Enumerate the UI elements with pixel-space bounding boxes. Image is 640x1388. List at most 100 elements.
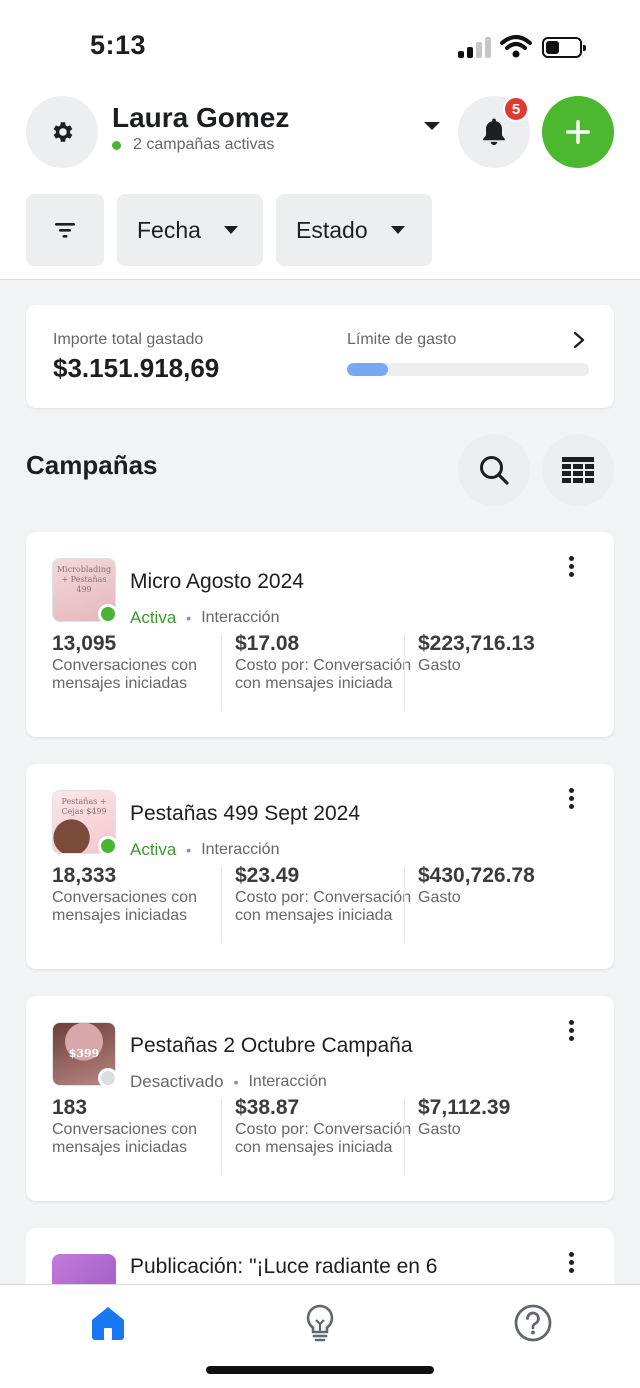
- active-campaigns-status: 2 campañas activas: [112, 136, 274, 154]
- campaign-card[interactable]: Pestañas + Cejas $499 Pestañas 499 Sept …: [26, 764, 614, 969]
- total-spend-value: $3.151.918,69: [53, 353, 220, 383]
- table-view-button[interactable]: [542, 434, 614, 506]
- campaign-name: Publicación: "¡Luce radiante en 6: [130, 1255, 438, 1278]
- metric-value: 13,095: [52, 632, 117, 655]
- metric-label: Conversaciones con mensajes iniciadas: [52, 889, 197, 924]
- spend-limit-label: Límite de gasto: [347, 331, 457, 348]
- status-time: 5:13: [90, 30, 147, 60]
- campaign-status: Activa: [130, 840, 177, 859]
- more-options-icon[interactable]: [561, 1252, 581, 1278]
- campaign-status: Activa: [130, 608, 177, 627]
- campaign-objective: Interacción: [201, 609, 280, 626]
- metric-value: $38.87: [235, 1096, 300, 1119]
- metric-value: $23.49: [235, 864, 300, 887]
- more-options-icon[interactable]: [561, 1020, 581, 1046]
- metric-spend: $223,716.13 Gasto: [418, 632, 598, 675]
- gear-icon: [53, 122, 73, 142]
- metric-results: 18,333 Conversaciones con mensajes inici…: [52, 864, 232, 924]
- active-campaigns-text: 2 campañas activas: [133, 136, 275, 153]
- home-icon: [92, 1307, 124, 1340]
- campaign-status-row: Desactivado • Interacción: [130, 1072, 327, 1092]
- status-bar: 5:13: [0, 0, 640, 90]
- cellular-signal-icon: [458, 36, 492, 58]
- status-filter-dropdown[interactable]: Estado: [276, 194, 432, 266]
- metric-label: Costo por: Conversación con mensajes ini…: [235, 657, 412, 692]
- metric-cost-per-result: $17.08 Costo por: Conversación con mensa…: [235, 632, 415, 692]
- create-campaign-button[interactable]: [542, 96, 614, 168]
- metric-value: $223,716.13: [418, 632, 535, 655]
- metric-value: $17.08: [235, 632, 300, 655]
- campaign-objective: Interacción: [248, 1073, 327, 1090]
- campaign-thumbnail-text: $399: [68, 1047, 100, 1060]
- campaign-status-row: Activa • Interacción: [130, 840, 279, 860]
- chevron-down-icon[interactable]: [423, 120, 441, 132]
- filter-button[interactable]: [26, 194, 104, 266]
- lightbulb-icon: [306, 1304, 334, 1342]
- metric-cost-per-result: $38.87 Costo por: Conversación con mensa…: [235, 1096, 415, 1156]
- campaign-name: Micro Agosto 2024: [130, 570, 304, 593]
- spend-summary-card[interactable]: Importe total gastado $3.151.918,69 Lími…: [26, 305, 614, 408]
- metric-cost-per-result: $23.49 Costo por: Conversación con mensa…: [235, 864, 415, 924]
- campaign-thumbnail-text: Microblading + Pestañas 499: [56, 565, 112, 594]
- plus-icon: [566, 120, 590, 144]
- metric-divider: [221, 636, 222, 711]
- metric-divider: [221, 1100, 222, 1175]
- metric-label: Costo por: Conversación con mensajes ini…: [235, 889, 412, 924]
- account-name[interactable]: Laura Gomez: [112, 102, 289, 134]
- wifi-icon: [500, 35, 532, 58]
- chevron-down-icon: [223, 226, 238, 234]
- campaign-thumbnail-text: Pestañas + Cejas $499: [61, 797, 107, 816]
- tab-home[interactable]: [84, 1299, 132, 1347]
- campaign-status-dot: [98, 1068, 118, 1088]
- search-button[interactable]: [458, 434, 530, 506]
- campaign-card[interactable]: $399 Pestañas 2 Octubre Campaña Desactiv…: [26, 996, 614, 1201]
- metric-label: Gasto: [418, 657, 461, 674]
- bell-icon: [483, 118, 505, 146]
- chevron-right-icon[interactable]: [572, 331, 586, 349]
- metric-results: 183 Conversaciones con mensajes iniciada…: [52, 1096, 232, 1156]
- metric-label: Costo por: Conversación con mensajes ini…: [235, 1121, 412, 1156]
- campaign-card[interactable]: Microblading + Pestañas 499 Micro Agosto…: [26, 532, 614, 737]
- campaign-status-row: Activa • Interacción: [130, 608, 279, 628]
- spend-limit-progress-bar: [347, 363, 589, 376]
- separator-dot: •: [186, 842, 192, 858]
- filter-icon: [55, 223, 75, 238]
- campaign-status: Desactivado: [130, 1072, 224, 1091]
- campaign-name: Pestañas 2 Octubre Campaña: [130, 1034, 413, 1057]
- tab-ideas[interactable]: [296, 1299, 344, 1347]
- tab-help[interactable]: [509, 1299, 557, 1347]
- date-filter-label: Fecha: [137, 216, 201, 243]
- campaign-status-dot: [98, 604, 118, 624]
- campaign-status-dot: [98, 836, 118, 856]
- separator-dot: •: [233, 1074, 239, 1090]
- active-dot-icon: [112, 140, 121, 150]
- battery-icon: [542, 37, 586, 58]
- header: Laura Gomez 2 campañas activas 5 Fecha E…: [0, 90, 640, 280]
- metric-value: 183: [52, 1096, 88, 1119]
- chevron-down-icon: [390, 226, 405, 234]
- metric-label: Conversaciones con mensajes iniciadas: [52, 657, 197, 692]
- metric-value: 18,333: [52, 864, 117, 887]
- campaign-objective: Interacción: [201, 841, 280, 858]
- more-options-icon[interactable]: [561, 788, 581, 814]
- date-filter-dropdown[interactable]: Fecha: [117, 194, 263, 266]
- status-filter-label: Estado: [296, 216, 368, 243]
- table-icon: [562, 457, 594, 483]
- search-icon: [480, 456, 509, 485]
- spend-limit-progress-fill: [347, 363, 389, 376]
- metric-divider: [404, 636, 405, 711]
- metric-divider: [404, 868, 405, 943]
- settings-button[interactable]: [26, 96, 98, 168]
- campaigns-title: Campañas: [26, 450, 158, 480]
- total-spend-label: Importe total gastado: [53, 331, 204, 348]
- metric-spend: $430,726.78 Gasto: [418, 864, 598, 907]
- bottom-tab-bar: [0, 1284, 640, 1388]
- metric-divider: [221, 868, 222, 943]
- more-options-icon[interactable]: [561, 556, 581, 582]
- home-indicator: [206, 1366, 434, 1374]
- metric-spend: $7,112.39 Gasto: [418, 1096, 598, 1139]
- metric-label: Gasto: [418, 889, 461, 906]
- metric-value: $7,112.39: [418, 1096, 511, 1119]
- campaign-name: Pestañas 499 Sept 2024: [130, 802, 361, 825]
- metric-label: Gasto: [418, 1121, 461, 1138]
